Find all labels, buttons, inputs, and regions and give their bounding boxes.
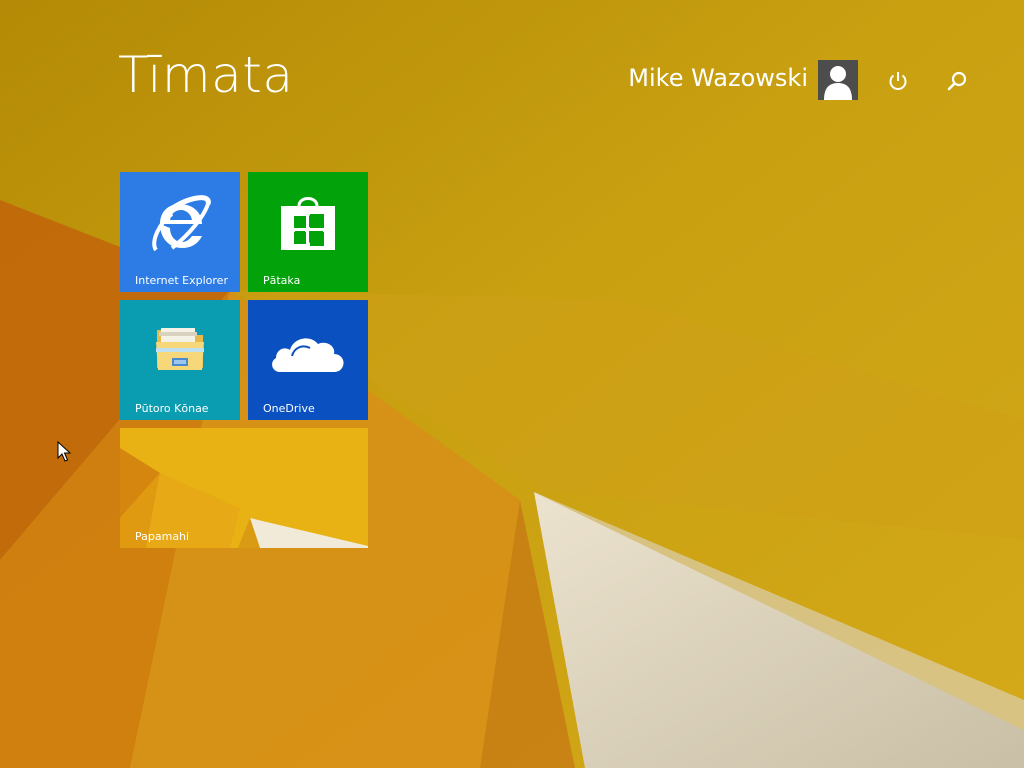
start-title: Tīmata xyxy=(118,46,294,104)
tile-store[interactable]: Pātaka xyxy=(248,172,368,292)
tile-desktop[interactable]: Papamahi xyxy=(120,428,368,548)
power-icon xyxy=(889,72,907,90)
user-name[interactable]: Mike Wazowski xyxy=(628,64,808,93)
tile-internet-explorer[interactable]: Internet Explorer xyxy=(120,172,240,292)
search-icon xyxy=(947,71,967,91)
start-screen: Tīmata Mike Wazowski Internet Explorer P… xyxy=(0,0,1024,768)
tile-label: Internet Explorer xyxy=(135,274,228,287)
mouse-cursor-icon xyxy=(57,441,71,462)
tile-label: OneDrive xyxy=(263,402,315,415)
user-avatar-icon[interactable] xyxy=(818,60,858,100)
tile-label: Pātaka xyxy=(263,274,301,287)
tile-file-explorer[interactable]: Pūtoro Kōnae xyxy=(120,300,240,420)
tile-label: Pūtoro Kōnae xyxy=(135,402,209,415)
power-button[interactable] xyxy=(883,66,913,96)
search-button[interactable] xyxy=(942,66,972,96)
tile-label: Papamahi xyxy=(135,530,190,543)
tile-onedrive[interactable]: OneDrive xyxy=(248,300,368,420)
